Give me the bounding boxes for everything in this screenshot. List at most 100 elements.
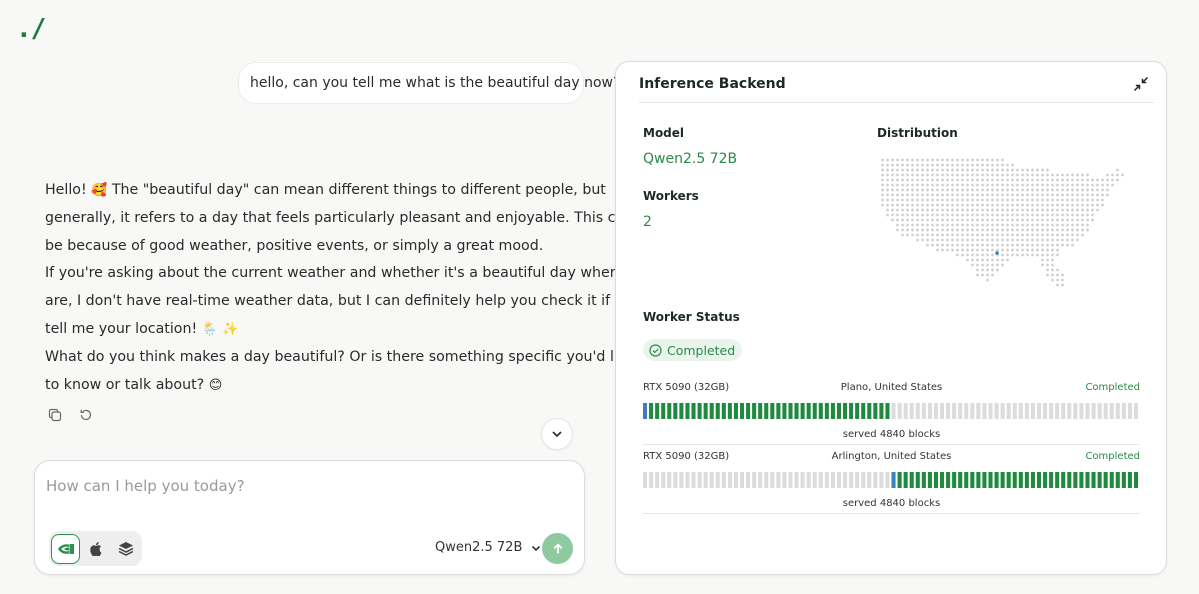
block-segment <box>685 403 690 419</box>
map-dot <box>946 168 949 172</box>
map-dot <box>896 198 899 202</box>
map-dot <box>911 188 914 192</box>
map-dot <box>1031 223 1034 227</box>
map-dot <box>1031 218 1034 222</box>
map-dot <box>1001 233 1004 237</box>
map-dot <box>966 213 969 217</box>
map-dot <box>956 188 959 192</box>
map-dot <box>941 173 944 177</box>
map-dot <box>981 228 984 232</box>
map-dot <box>906 158 909 162</box>
map-dot <box>1031 203 1034 207</box>
map-dot <box>981 168 984 172</box>
nvidia-backend-button[interactable] <box>51 533 81 564</box>
map-dot <box>896 208 899 212</box>
map-dot <box>1061 273 1064 277</box>
map-dot <box>926 173 929 177</box>
map-dot <box>991 183 994 187</box>
map-dot <box>981 258 984 262</box>
map-dot <box>991 223 994 227</box>
map-dot <box>1041 243 1044 247</box>
map-dot <box>976 268 979 272</box>
block-segment <box>1091 403 1096 419</box>
map-dot <box>996 173 999 177</box>
block-segment <box>1061 472 1066 488</box>
block-segment <box>885 403 890 419</box>
map-dot <box>1036 183 1039 187</box>
model-selector[interactable]: Qwen2.5 72B <box>435 540 542 555</box>
map-dot <box>1096 198 1099 202</box>
map-dot <box>1051 248 1054 252</box>
map-dot <box>1006 258 1009 262</box>
map-dot <box>971 173 974 177</box>
map-dot <box>1101 183 1104 187</box>
map-dot <box>1066 188 1069 192</box>
map-dot <box>996 258 999 262</box>
map-dot <box>991 248 994 252</box>
map-dot <box>1046 168 1049 172</box>
map-dot <box>1051 273 1054 277</box>
block-segment <box>655 472 660 488</box>
map-dot <box>951 173 954 177</box>
map-dot <box>1021 243 1024 247</box>
copy-icon[interactable] <box>46 406 63 423</box>
map-dot <box>1026 213 1029 217</box>
map-dot <box>1016 223 1019 227</box>
scroll-down-button[interactable] <box>541 418 573 450</box>
map-dot <box>1011 228 1014 232</box>
assistant-line-text: to know or talk about? <box>45 376 209 393</box>
block-segment <box>1067 403 1072 419</box>
map-dot <box>1066 178 1069 182</box>
map-dot <box>946 218 949 222</box>
map-dot <box>906 188 909 192</box>
apple-icon <box>90 542 102 556</box>
map-dot <box>981 248 984 252</box>
collapse-icon[interactable] <box>1133 76 1149 92</box>
map-dot <box>951 193 954 197</box>
map-dot <box>1016 188 1019 192</box>
map-dot <box>971 163 974 167</box>
block-segment <box>879 403 884 419</box>
map-dot <box>991 268 994 272</box>
workers-value: 2 <box>643 214 652 230</box>
assistant-line: tell me your location! 🌦️ ✨ <box>45 316 585 344</box>
map-dot <box>921 233 924 237</box>
map-dot <box>1036 223 1039 227</box>
map-dot <box>936 223 939 227</box>
map-dot <box>1011 233 1014 237</box>
layers-icon <box>118 542 134 556</box>
map-dot <box>1061 208 1064 212</box>
map-dot <box>1006 173 1009 177</box>
map-dot <box>976 178 979 182</box>
map-dot <box>991 193 994 197</box>
map-dot <box>991 168 994 172</box>
map-dot <box>1056 183 1059 187</box>
layers-backend-button[interactable] <box>112 534 141 564</box>
map-dot <box>1021 223 1024 227</box>
block-segment <box>643 472 648 488</box>
apple-backend-button[interactable] <box>81 534 110 564</box>
block-segment <box>1115 472 1120 488</box>
map-dot <box>1051 188 1054 192</box>
map-dot <box>1016 173 1019 177</box>
regenerate-icon[interactable] <box>77 406 94 423</box>
map-dot <box>981 273 984 277</box>
map-dot <box>996 158 999 162</box>
map-dot <box>921 238 924 242</box>
block-segment <box>746 403 751 419</box>
app-logo[interactable]: ./ <box>16 14 46 44</box>
map-dot <box>1046 183 1049 187</box>
map-dot <box>941 233 944 237</box>
block-segment <box>806 403 811 419</box>
map-dot <box>986 178 989 182</box>
prompt-input[interactable] <box>46 477 566 495</box>
map-dot <box>961 188 964 192</box>
map-dot <box>1051 198 1054 202</box>
map-dot <box>951 198 954 202</box>
map-dot <box>1046 253 1049 257</box>
send-button[interactable] <box>542 533 573 564</box>
map-dot <box>1026 238 1029 242</box>
map-dot <box>926 188 929 192</box>
block-segment <box>952 403 957 419</box>
map-dot <box>941 178 944 182</box>
